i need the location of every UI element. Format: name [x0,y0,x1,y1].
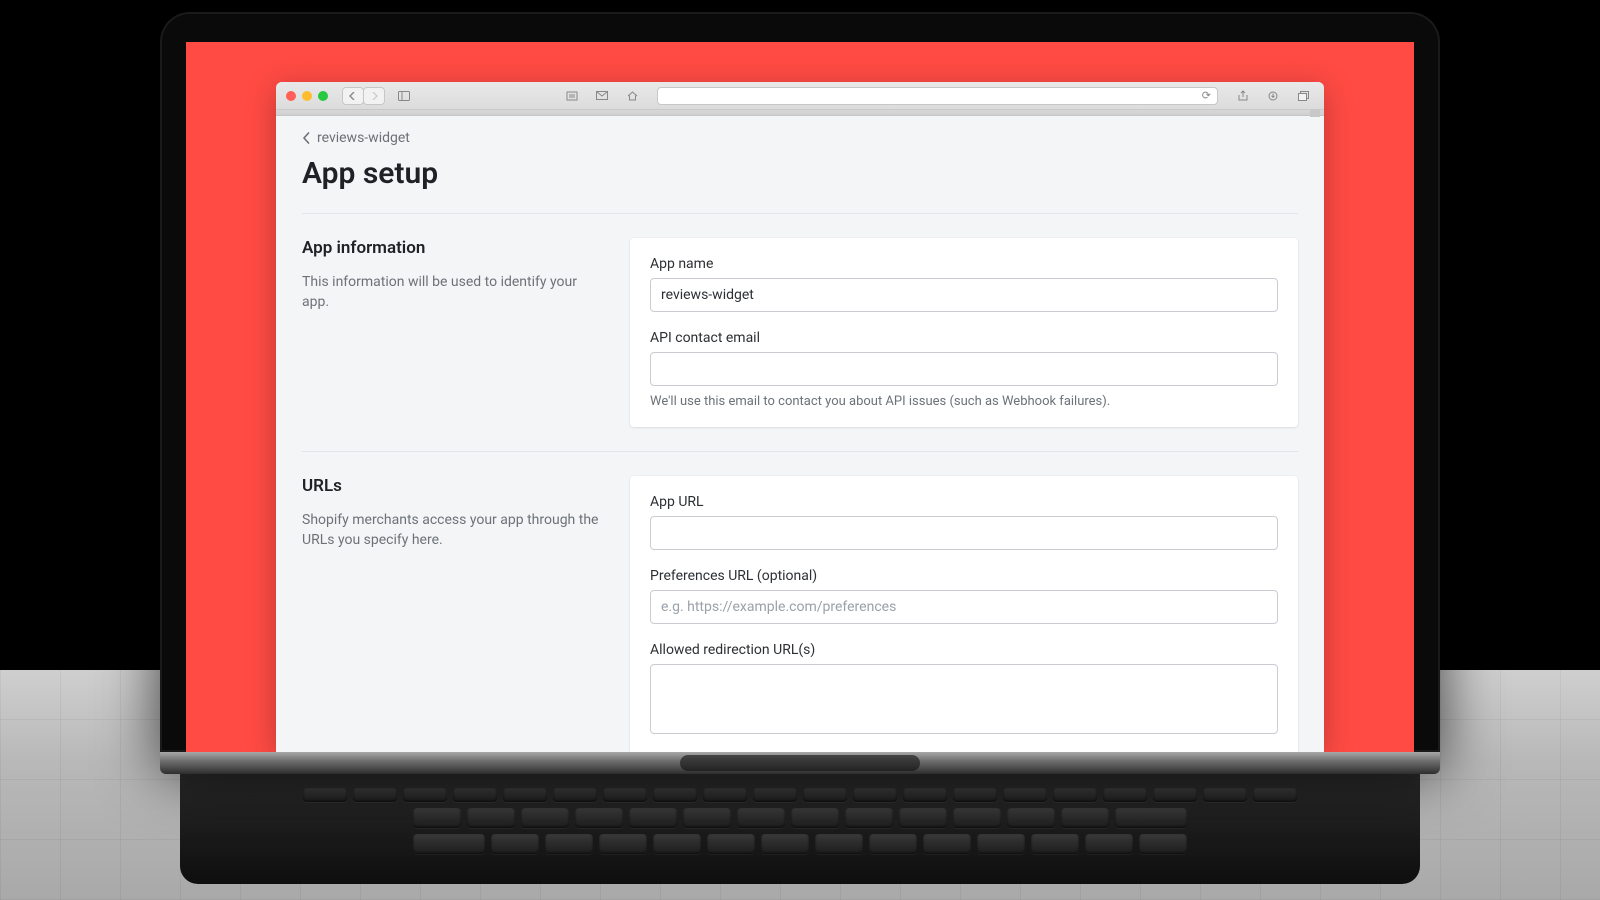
app-url-input[interactable] [650,516,1278,550]
laptop-frame: ⟳ [160,12,1440,884]
section-heading: URLs [302,476,602,496]
maximize-window-button[interactable] [318,91,328,101]
reader-icon[interactable] [561,87,583,105]
home-icon[interactable] [621,87,643,105]
app-name-label: App name [650,256,1278,272]
forward-button[interactable] [363,87,385,105]
page-title: App setup [302,156,1298,191]
app-name-input[interactable] [650,278,1278,312]
laptop-screen: ⟳ [186,42,1414,752]
app-url-label: App URL [650,494,1278,510]
mail-icon[interactable] [591,87,613,105]
page-content: reviews-widget App setup App information… [276,116,1324,752]
section-description: Shopify merchants access your app throug… [302,510,602,551]
laptop-keyboard [180,774,1420,884]
new-tab-button[interactable] [1310,109,1320,117]
back-button[interactable] [342,87,364,105]
downloads-icon[interactable] [1262,87,1284,105]
api-email-help: We'll use this email to contact you abou… [650,394,1278,409]
laptop-notch [680,755,920,771]
redirect-url-input[interactable] [650,664,1278,734]
preferences-url-input[interactable] [650,590,1278,624]
preferences-url-label: Preferences URL (optional) [650,568,1278,584]
api-email-input[interactable] [650,352,1278,386]
minimize-window-button[interactable] [302,91,312,101]
browser-window: ⟳ [276,82,1324,752]
breadcrumb-label: reviews-widget [317,130,410,146]
tab-strip [276,110,1324,116]
section-description: This information will be used to identif… [302,272,602,313]
section-urls: URLs Shopify merchants access your app t… [302,451,1298,752]
close-window-button[interactable] [286,91,296,101]
urls-card: App URL Preferences URL (optional) Allow… [630,476,1298,752]
sidebar-toggle-icon[interactable] [393,87,415,105]
api-email-label: API contact email [650,330,1278,346]
tabs-icon[interactable] [1292,87,1314,105]
reload-icon[interactable]: ⟳ [1202,89,1211,102]
browser-toolbar: ⟳ [276,82,1324,110]
breadcrumb[interactable]: reviews-widget [302,130,1298,146]
app-info-card: App name API contact email We'll use thi… [630,238,1298,427]
section-heading: App information [302,238,602,258]
share-icon[interactable] [1232,87,1254,105]
redirect-url-label: Allowed redirection URL(s) [650,642,1278,658]
laptop-bezel: ⟳ [160,12,1440,752]
laptop-hinge [160,752,1440,774]
chevron-left-icon [302,132,311,144]
window-controls [286,91,328,101]
address-bar[interactable]: ⟳ [657,87,1218,105]
section-app-information: App information This information will be… [302,213,1298,451]
